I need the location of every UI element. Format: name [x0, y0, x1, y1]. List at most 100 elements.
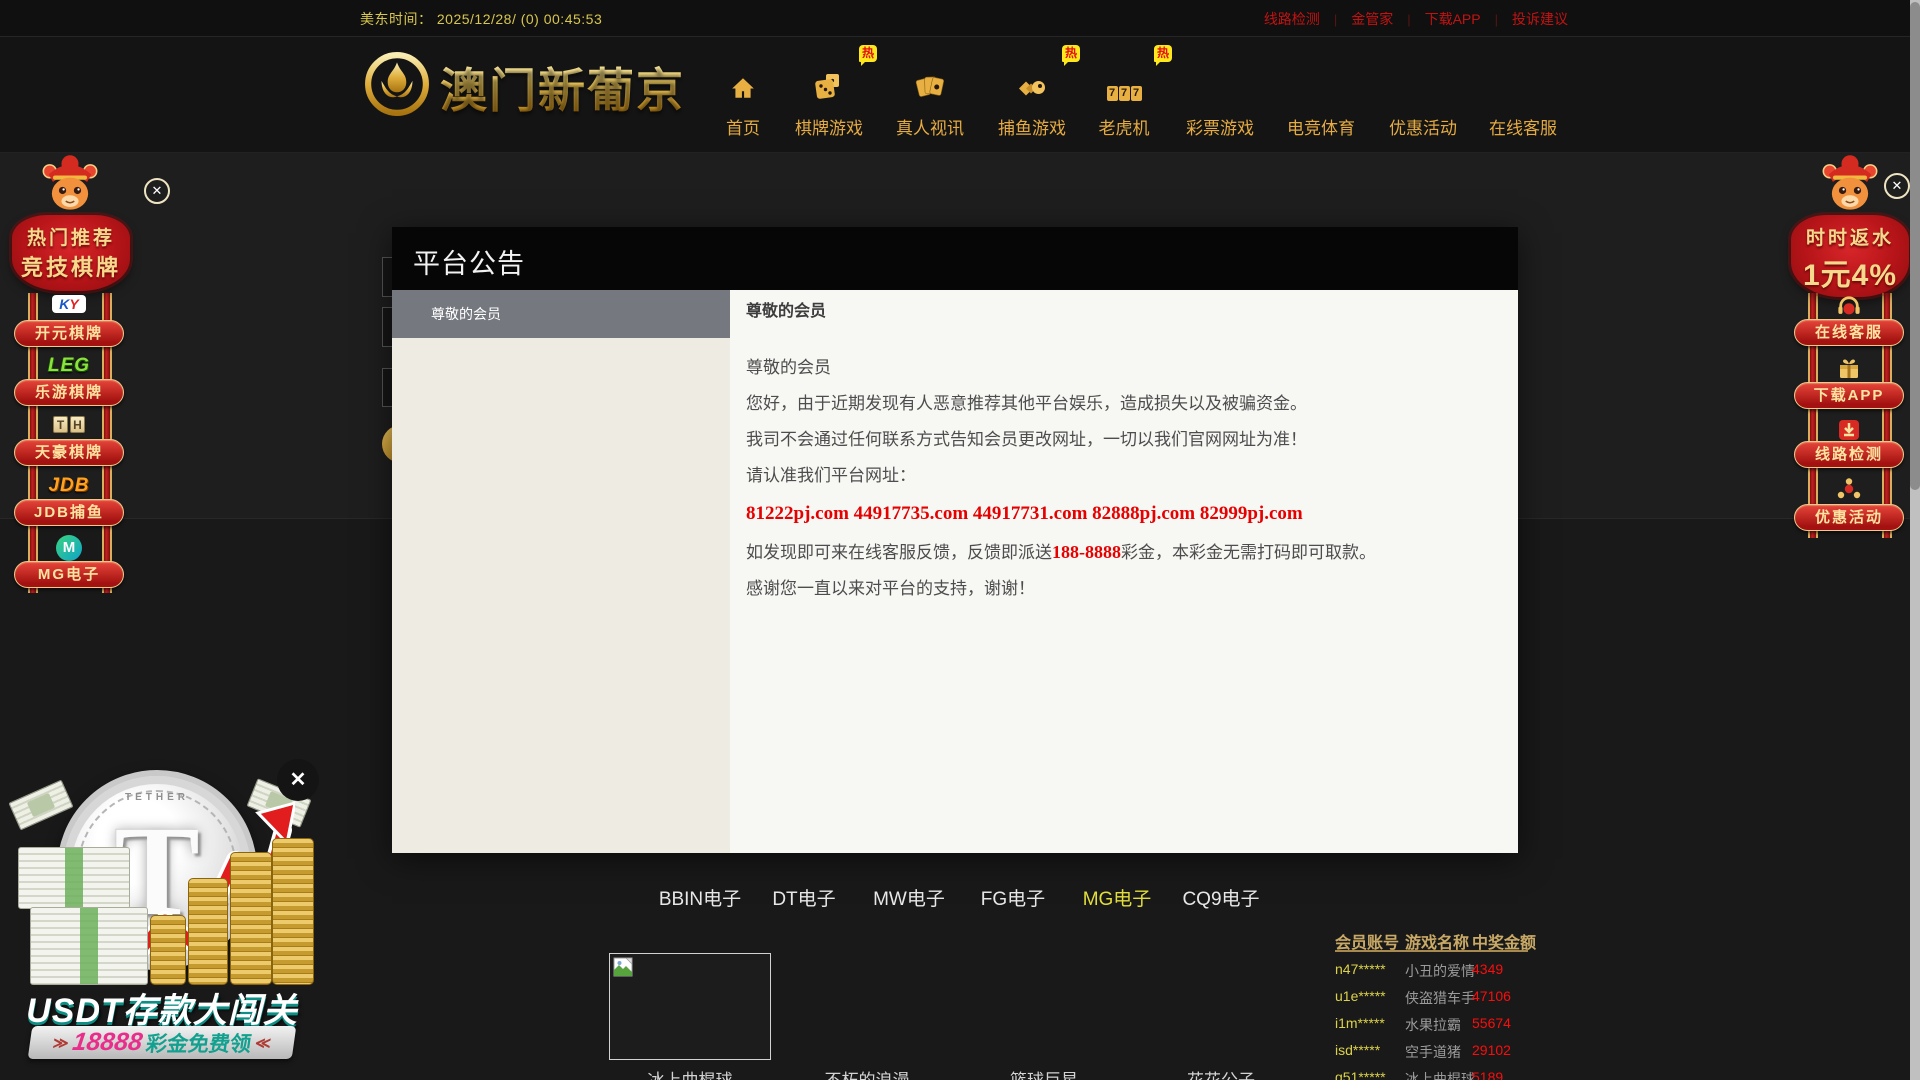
top-link-feedback[interactable]: 投诉建议 [1512, 9, 1568, 29]
left-promo-banner: ✕ 热门推荐 竞技棋牌 KY 开元棋牌 LEG 乐游棋牌 TH 天豪棋牌 JDB… [10, 143, 170, 598]
mascot-icon [1818, 145, 1882, 226]
arrow-mark: ≪ [254, 1034, 273, 1052]
right-promo-banner: ✕ 时时返水 1元4% 在线客服 下载APP 线路检测 优惠活动 [1788, 143, 1912, 543]
tianhao-board-button[interactable]: 天豪棋牌 [14, 439, 124, 466]
nav-label: 彩票游戏 [1186, 119, 1254, 138]
rebate-title-line1: 时时返水 [1805, 228, 1894, 249]
top-link-download-app[interactable]: 下载APP [1425, 9, 1481, 29]
nav-label: 在线客服 [1489, 119, 1557, 138]
divider: | [1494, 11, 1498, 27]
tab-mg-active[interactable]: MG电子 [1057, 884, 1177, 911]
nav-board-games[interactable]: 棋牌游戏 热 [787, 45, 877, 139]
slot-777-icon: 777 [1082, 67, 1166, 101]
promotions-button[interactable]: 优惠活动 [1794, 504, 1904, 531]
bonus-text: 彩金免费领 [144, 1032, 253, 1056]
kaiyuan-board-button[interactable]: 开元棋牌 [14, 320, 124, 347]
content-line: 请认准我们平台网址： [746, 466, 916, 485]
network-nodes-icon [1794, 476, 1904, 502]
ky-logo: KY [14, 295, 124, 313]
mg-letter: M [56, 535, 82, 561]
server-time: 美东时间： 2025/12/28/ (0) 00:45:53 [360, 11, 603, 27]
winner-account: isd***** [1335, 1042, 1381, 1058]
cash-stack [30, 907, 148, 985]
winner-amount: 55674 [1472, 1015, 1511, 1031]
nav-label: 优惠活动 [1389, 119, 1457, 138]
mg-games-button[interactable]: MG电子 [14, 561, 124, 588]
right-banner-close-icon[interactable]: ✕ [1884, 173, 1910, 199]
seven-tile: 7 [1118, 86, 1130, 101]
top-link-gold-manager[interactable]: 金管家 [1351, 9, 1393, 29]
coin-stack [272, 838, 314, 985]
sidebar-item-dear-member[interactable]: 尊敬的会员 [392, 290, 730, 338]
leg-text: LEG [47, 355, 91, 376]
seven-tile: 7 [1106, 86, 1118, 101]
hot-badge: 热 [859, 45, 877, 66]
nav-slots[interactable]: 777 老虎机 热 [1082, 45, 1172, 139]
hot-badge: 热 [1154, 45, 1172, 66]
modal-title: 平台公告 [413, 249, 525, 279]
tab-dt[interactable]: DT电子 [744, 884, 864, 911]
online-service-button[interactable]: 在线客服 [1794, 319, 1904, 346]
left-banner-close-icon[interactable]: ✕ [144, 178, 170, 204]
nav-customer-service[interactable]: 在线客服 [1481, 67, 1565, 139]
tab-bbin[interactable]: BBIN电子 [640, 884, 760, 911]
game-tile-break-away[interactable] [609, 953, 771, 1060]
th-logo: TH [14, 416, 124, 433]
nav-promotions[interactable]: 优惠活动 [1381, 67, 1465, 139]
divider: | [1407, 11, 1411, 27]
coin-stack [150, 915, 186, 985]
winner-account: g51***** [1335, 1069, 1386, 1080]
winner-amount: 29102 [1472, 1042, 1511, 1058]
announcement-modal: 平台公告 尊敬的会员 尊敬的会员 尊敬的会员 您好，由于近期发现有人恶意推荐其他… [392, 227, 1518, 853]
usdt-close-icon[interactable]: ✕ [277, 759, 319, 801]
site-header: 澳门新葡京 首页 棋牌游戏 热 真人视讯 捕鱼游戏 热 777 老虎机 热 彩票… [0, 37, 1920, 153]
divider: | [1333, 11, 1338, 27]
top-link-line-check[interactable]: 线路检测 [1264, 9, 1320, 29]
nav-label: 捕鱼游戏 [998, 119, 1066, 138]
content-feedback-line: 如发现即可来在线客服反馈，反馈即派送188-8888彩金，本彩金无需打码即可取款… [746, 534, 1500, 571]
ky-k: K [59, 296, 70, 312]
ky-y: Y [69, 296, 79, 312]
jdb-logo: JDB [14, 475, 124, 497]
coin-stack [188, 878, 228, 985]
game-tile-immortal-romance[interactable] [786, 953, 948, 1060]
tab-cq9[interactable]: CQ9电子 [1161, 884, 1281, 911]
game-tile-playboy[interactable] [1140, 953, 1302, 1060]
game-label: 花花公子 [1140, 1066, 1302, 1080]
left-banner-title-plate: 热门推荐 竞技棋牌 [12, 215, 130, 291]
tab-fg[interactable]: FG电子 [953, 884, 1073, 911]
download-app-button[interactable]: 下载APP [1794, 382, 1904, 409]
nav-fishing-games[interactable]: 捕鱼游戏 热 [990, 45, 1080, 139]
jdb-fishing-button[interactable]: JDB捕鱼 [14, 499, 124, 526]
content-line: 我司不会通过任何联系方式告知会员更改网址，一切以我们官网网址为准！ [746, 430, 1307, 449]
nav-label: 首页 [726, 119, 760, 138]
game-label: 冰上曲棍球 [609, 1066, 771, 1080]
download-icon [1794, 418, 1904, 442]
winner-account: i1m***** [1335, 1015, 1385, 1031]
winner-game: 水果拉霸 [1405, 1017, 1461, 1033]
fish-icon [990, 67, 1074, 101]
home-icon [701, 67, 785, 101]
scrollbar-thumb[interactable] [1910, 2, 1920, 490]
tab-mw[interactable]: MW电子 [849, 884, 969, 911]
game-tile-basketball-star[interactable] [963, 953, 1125, 1060]
right-banner-title-plate: 时时返水 1元4% [1791, 215, 1909, 297]
nav-home[interactable]: 首页 [701, 67, 785, 139]
nav-esports[interactable]: 电竞体育 [1279, 67, 1363, 139]
nav-lottery[interactable]: 彩票游戏 [1178, 67, 1262, 139]
leyou-board-button[interactable]: 乐游棋牌 [14, 379, 124, 406]
top-bar: 美东时间： 2025/12/28/ (0) 00:45:53 线路检测 | 金管家… [0, 0, 1920, 37]
nav-label: 棋牌游戏 [795, 119, 863, 138]
feedback-suffix: 彩金，本彩金无需打码即可取款。 [1121, 543, 1376, 562]
site-logo[interactable]: 澳门新葡京 [364, 49, 685, 124]
content-thanks-line: 感谢您一直以来对平台的支持，谢谢！ [746, 579, 1035, 598]
nav-label: 老虎机 [1098, 119, 1150, 138]
winner-game: 侠盗猎车手 [1405, 990, 1475, 1006]
nav-live-casino[interactable]: 真人视讯 [888, 67, 972, 139]
mascot-icon [38, 145, 102, 226]
coin-stack [230, 852, 272, 985]
th-h: H [70, 416, 85, 433]
winner-account: u1e***** [1335, 988, 1386, 1004]
line-check-button[interactable]: 线路检测 [1794, 441, 1904, 468]
usdt-title: USDT存款大闯关 [26, 992, 298, 1030]
